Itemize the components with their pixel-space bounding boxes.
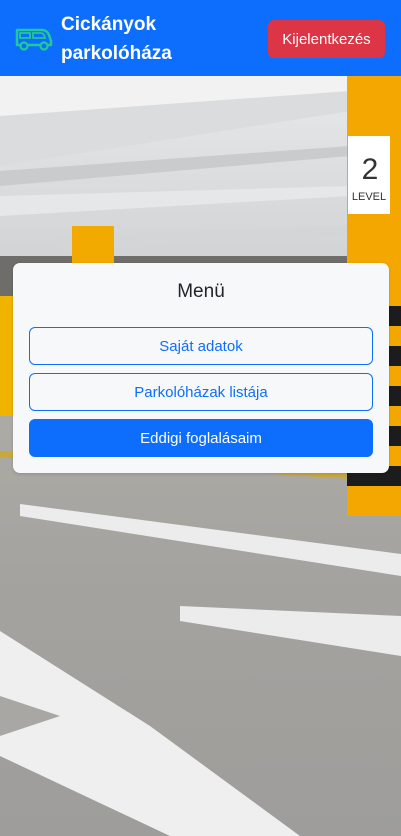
level-number: 2 [362,153,379,186]
car-icon [15,28,53,51]
navbar: Cickányok parkolóháza Kijelentkezés [0,0,401,76]
brand-line-1: Cickányok [61,14,157,35]
logout-button[interactable]: Kijelentkezés [268,20,385,58]
brand-title[interactable]: Cickányok parkolóháza [61,10,241,68]
level-text: LEVEL [352,191,386,203]
brand-line-2: parkolóháza [61,43,172,64]
menu-card: Menü Saját adatok Parkolóházak listája E… [13,263,389,473]
my-bookings-button[interactable]: Eddigi foglalásaim [29,419,373,457]
parking-garages-list-button[interactable]: Parkolóházak listája [29,373,373,411]
own-data-button[interactable]: Saját adatok [29,327,373,365]
menu-title: Menü [177,281,225,302]
